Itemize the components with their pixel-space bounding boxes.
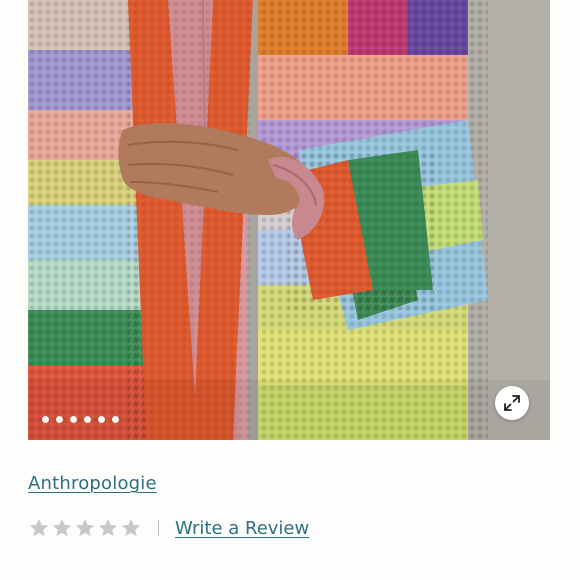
star-icon bbox=[29, 518, 49, 537]
expand-arrows-icon bbox=[504, 395, 520, 411]
rating-row: Write a Review bbox=[28, 514, 309, 542]
product-photo bbox=[28, 0, 550, 440]
gallery-dot[interactable] bbox=[84, 416, 91, 423]
gallery-pagination[interactable] bbox=[42, 416, 119, 423]
star-rating[interactable] bbox=[28, 517, 142, 539]
gallery-dot[interactable] bbox=[98, 416, 105, 423]
star-icon bbox=[52, 518, 72, 537]
brand-link[interactable]: Anthropologie bbox=[28, 473, 157, 494]
gallery-dot[interactable] bbox=[112, 416, 119, 423]
product-page: Anthropologie Write a Review bbox=[0, 0, 580, 580]
divider bbox=[158, 520, 159, 536]
gallery-dot[interactable] bbox=[42, 416, 49, 423]
expand-image-button[interactable] bbox=[495, 386, 529, 420]
gallery-dot[interactable] bbox=[70, 416, 77, 423]
star-icon bbox=[75, 518, 95, 537]
star-icon bbox=[98, 518, 118, 537]
star-icon bbox=[121, 518, 141, 537]
write-review-link[interactable]: Write a Review bbox=[175, 518, 309, 539]
gallery-dot[interactable] bbox=[56, 416, 63, 423]
product-image-gallery[interactable] bbox=[28, 0, 550, 440]
